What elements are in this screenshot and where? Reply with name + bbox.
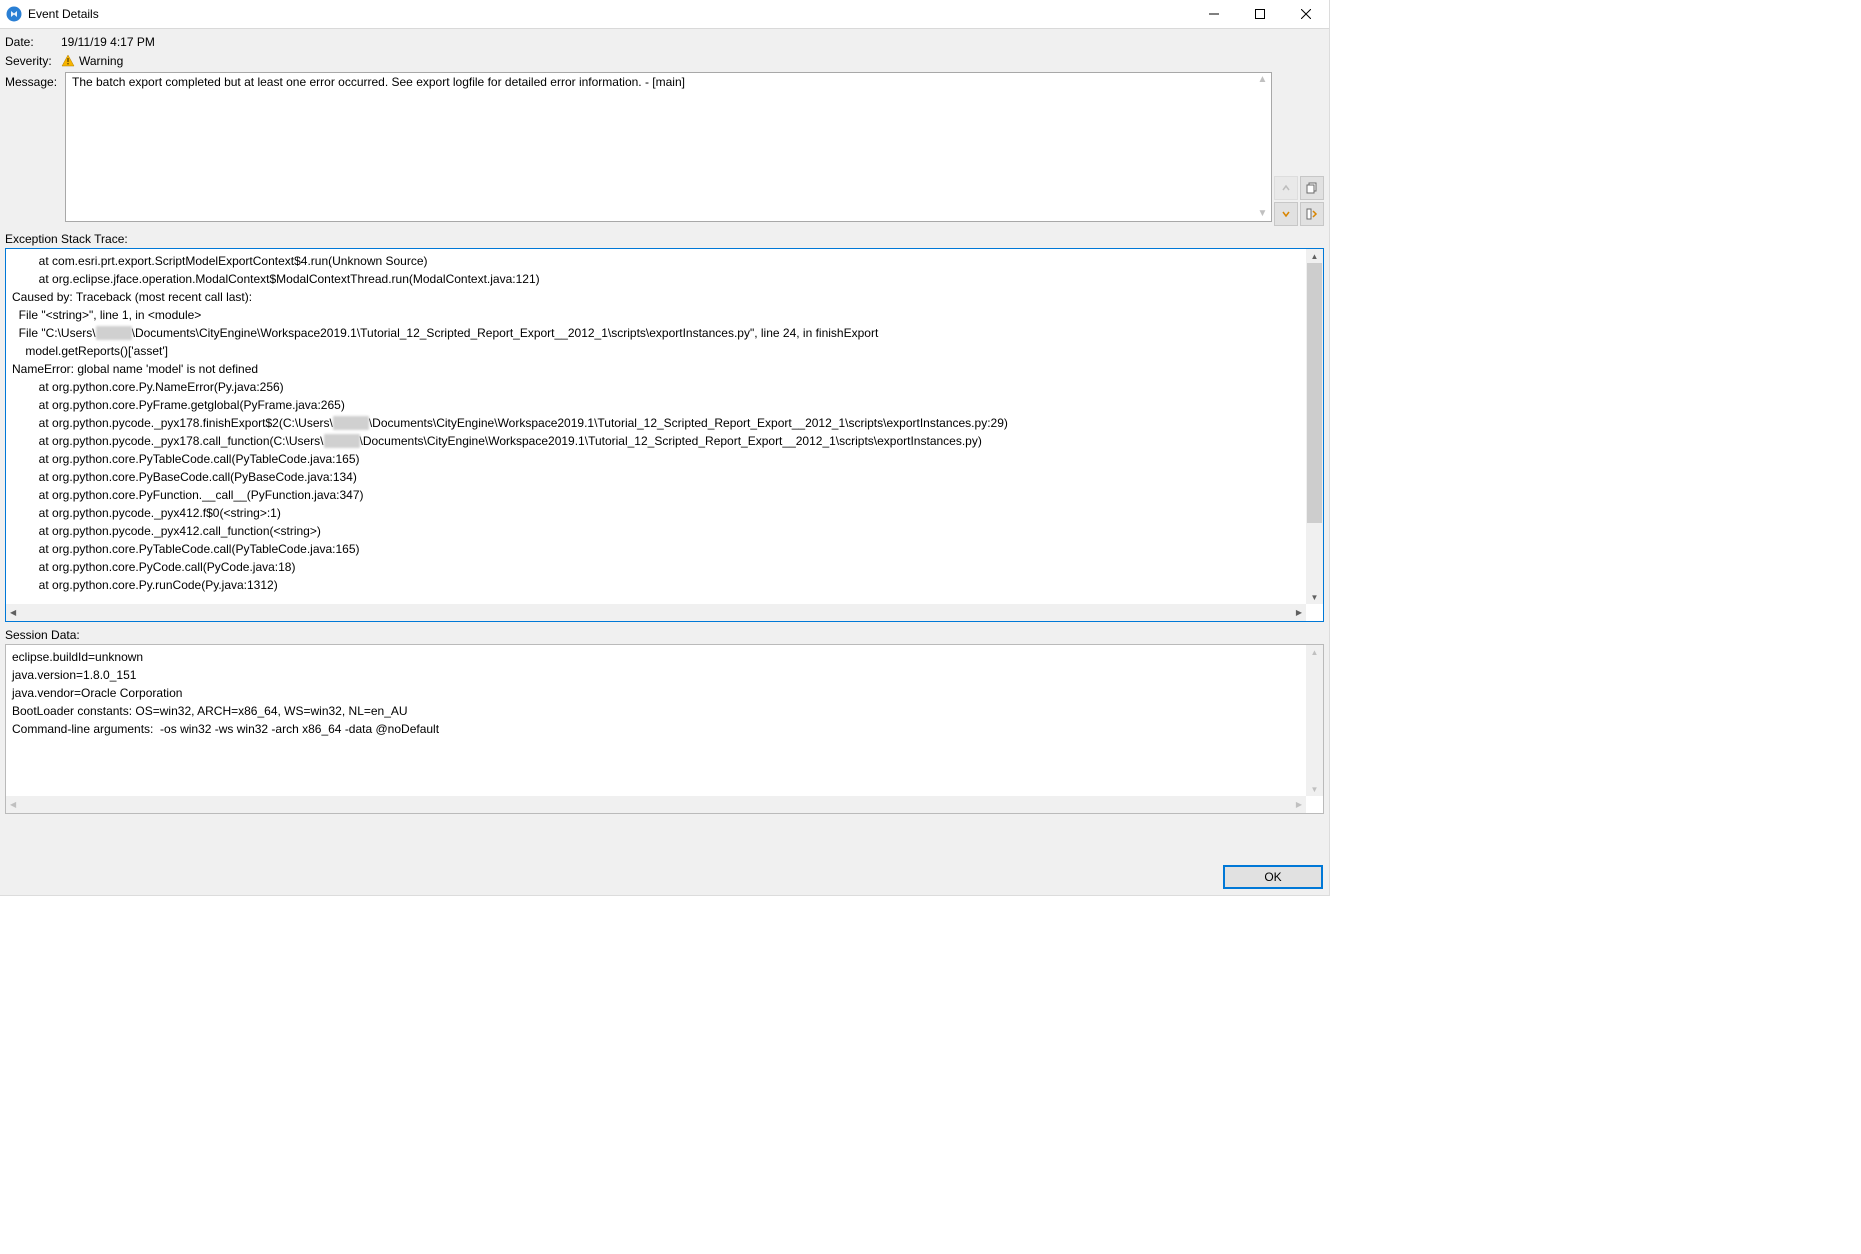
date-row: Date: 19/11/19 4:17 PM — [5, 34, 1324, 49]
date-value: 19/11/19 4:17 PM — [61, 34, 155, 49]
window-controls — [1191, 0, 1329, 28]
show-details-button[interactable] — [1300, 202, 1324, 226]
scroll-up-icon: ▲ — [1306, 249, 1323, 263]
stack-trace-textarea[interactable]: at com.esri.prt.export.ScriptModelExport… — [5, 248, 1324, 622]
prev-event-button[interactable] — [1274, 176, 1298, 200]
session-data-label: Session Data: — [5, 628, 1329, 642]
next-event-button[interactable] — [1274, 202, 1298, 226]
scroll-right-icon: ▶ — [1296, 608, 1302, 617]
content-area: Date: 19/11/19 4:17 PM Severity: Warning — [0, 29, 1329, 895]
message-textarea[interactable]: The batch export completed but at least … — [65, 72, 1272, 222]
warning-icon — [61, 54, 75, 68]
date-label: Date: — [5, 34, 61, 49]
message-row: Message: The batch export completed but … — [5, 72, 1324, 226]
message-scrollbar[interactable]: ▲ ▼ — [1254, 73, 1271, 221]
trace-vertical-scrollbar[interactable]: ▲ ▼ — [1306, 249, 1323, 604]
severity-value: Warning — [79, 54, 123, 68]
copy-event-button[interactable] — [1300, 176, 1324, 200]
app-icon — [6, 6, 22, 22]
minimize-button[interactable] — [1191, 0, 1237, 28]
maximize-button[interactable] — [1237, 0, 1283, 28]
trace-horizontal-scrollbar[interactable]: ◀ ▶ — [6, 604, 1306, 621]
stack-trace-label: Exception Stack Trace: — [5, 232, 1329, 246]
session-data-content: eclipse.buildId=unknownjava.version=1.8.… — [6, 645, 1306, 796]
scroll-right-icon: ▶ — [1296, 800, 1302, 809]
severity-row: Severity: Warning — [5, 53, 1324, 68]
form-area: Date: 19/11/19 4:17 PM Severity: Warning — [0, 29, 1329, 226]
stack-trace-content: at com.esri.prt.export.ScriptModelExport… — [6, 249, 1306, 604]
event-details-window: Event Details Date: 19/11/19 4:17 PM Sev… — [0, 0, 1330, 896]
scroll-left-icon: ◀ — [10, 800, 16, 809]
scroll-down-icon: ▼ — [1306, 782, 1323, 796]
session-data-textarea[interactable]: eclipse.buildId=unknownjava.version=1.8.… — [5, 644, 1324, 814]
scroll-up-icon: ▲ — [1258, 73, 1268, 87]
window-title: Event Details — [28, 7, 99, 21]
close-button[interactable] — [1283, 0, 1329, 28]
dialog-footer: OK — [0, 861, 1329, 895]
session-vertical-scrollbar[interactable]: ▲ ▼ — [1306, 645, 1323, 796]
scroll-left-icon: ◀ — [10, 608, 16, 617]
titlebar: Event Details — [0, 0, 1329, 29]
scroll-down-icon: ▼ — [1258, 207, 1268, 221]
nav-buttons — [1276, 72, 1324, 226]
severity-label: Severity: — [5, 53, 61, 68]
scroll-thumb[interactable] — [1307, 263, 1322, 523]
scroll-up-icon: ▲ — [1306, 645, 1323, 659]
message-text: The batch export completed but at least … — [66, 73, 1271, 91]
scroll-down-icon: ▼ — [1306, 590, 1323, 604]
message-label: Message: — [5, 72, 61, 89]
session-horizontal-scrollbar[interactable]: ◀ ▶ — [6, 796, 1306, 813]
ok-button[interactable]: OK — [1223, 865, 1323, 889]
